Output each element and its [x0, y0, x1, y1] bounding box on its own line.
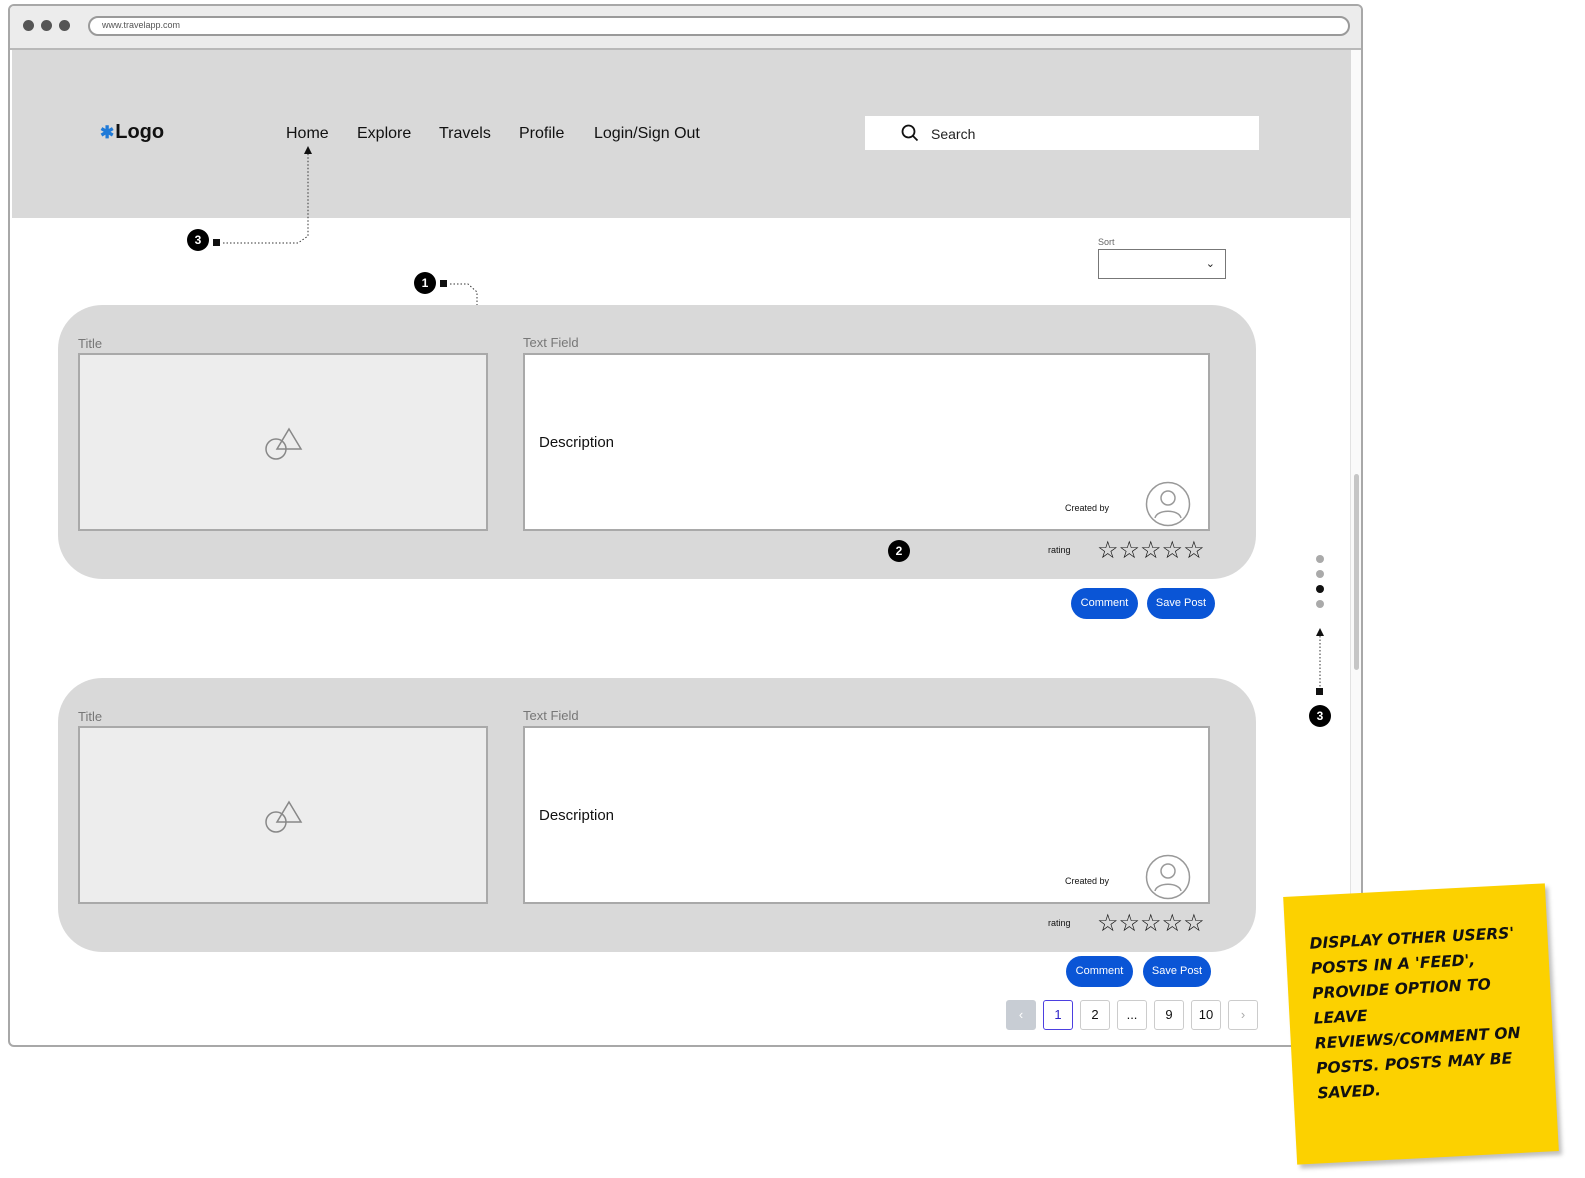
star-icon[interactable]: ☆	[1140, 537, 1162, 564]
star-icon[interactable]: ☆	[1097, 537, 1119, 564]
post-text-field-label: Text Field	[523, 335, 579, 350]
star-icon[interactable]: ☆	[1119, 537, 1141, 564]
star-icon[interactable]: ☆	[1162, 537, 1184, 564]
sort-dropdown[interactable]: ⌄	[1098, 249, 1226, 279]
rating-stars[interactable]: ☆☆☆☆☆	[1097, 912, 1205, 936]
star-icon[interactable]: ☆	[1162, 910, 1184, 937]
rating-label: rating	[1048, 918, 1071, 928]
sticky-note-text: Display other users' posts in a 'feed', …	[1309, 924, 1521, 1103]
star-icon[interactable]: ☆	[1119, 910, 1141, 937]
created-by-label: Created by	[1065, 876, 1110, 886]
annotation-badge-3: 3	[187, 229, 209, 251]
annotation-badge-1: 1	[414, 272, 436, 294]
post-card: Title Text Field Description Created by …	[58, 678, 1256, 952]
created-by-label: Created by	[1065, 503, 1110, 513]
pagination-page-2[interactable]: 2	[1080, 1000, 1110, 1030]
pagination-prev-button[interactable]: ‹	[1006, 1000, 1036, 1030]
post-image	[78, 726, 488, 904]
carousel-dot[interactable]	[1316, 600, 1324, 608]
image-placeholder-icon	[265, 427, 303, 460]
sticky-note: Display other users' posts in a 'feed', …	[1283, 883, 1559, 1165]
post-description: Description	[539, 807, 615, 824]
comment-button[interactable]: Comment	[1066, 956, 1133, 987]
annotation-badge-2: 2	[888, 540, 910, 562]
post-description: Description	[539, 434, 615, 451]
carousel-dot-active[interactable]	[1316, 585, 1324, 593]
star-icon[interactable]: ☆	[1183, 910, 1205, 937]
carousel-dot[interactable]	[1316, 570, 1324, 578]
sort-label: Sort	[1098, 237, 1115, 247]
avatar-icon[interactable]	[1145, 854, 1191, 900]
post-text-field-label: Text Field	[523, 708, 579, 723]
annotation-badge-3: 3	[1309, 705, 1331, 727]
browser-window: www.travelapp.com ✱Logo Home Explore Tra…	[8, 4, 1363, 1047]
post-text-field[interactable]: Description Created by	[523, 353, 1210, 531]
image-placeholder-icon	[265, 800, 303, 833]
pagination-ellipsis: ...	[1117, 1000, 1147, 1030]
rating-label: rating	[1048, 545, 1071, 555]
post-title-label: Title	[78, 336, 103, 351]
save-post-button[interactable]: Save Post	[1143, 956, 1211, 987]
chevron-down-icon: ⌄	[1205, 258, 1215, 270]
rating-stars[interactable]: ☆☆☆☆☆	[1097, 539, 1205, 563]
star-icon[interactable]: ☆	[1140, 910, 1162, 937]
post-text-field[interactable]: Description Created by	[523, 726, 1210, 904]
post-title-label: Title	[78, 709, 103, 724]
save-post-button[interactable]: Save Post	[1147, 588, 1215, 619]
pagination-page-10[interactable]: 10	[1191, 1000, 1221, 1030]
post-card: Title Text Field Description Created by …	[58, 305, 1256, 579]
pagination-page-1[interactable]: 1	[1043, 1000, 1073, 1030]
post-image	[78, 353, 488, 531]
star-icon[interactable]: ☆	[1097, 910, 1119, 937]
comment-button[interactable]: Comment	[1071, 588, 1138, 619]
star-icon[interactable]: ☆	[1183, 537, 1205, 564]
pagination-next-button[interactable]: ›	[1228, 1000, 1258, 1030]
avatar-icon[interactable]	[1145, 481, 1191, 527]
pagination-page-9[interactable]: 9	[1154, 1000, 1184, 1030]
carousel-dot[interactable]	[1316, 555, 1324, 563]
